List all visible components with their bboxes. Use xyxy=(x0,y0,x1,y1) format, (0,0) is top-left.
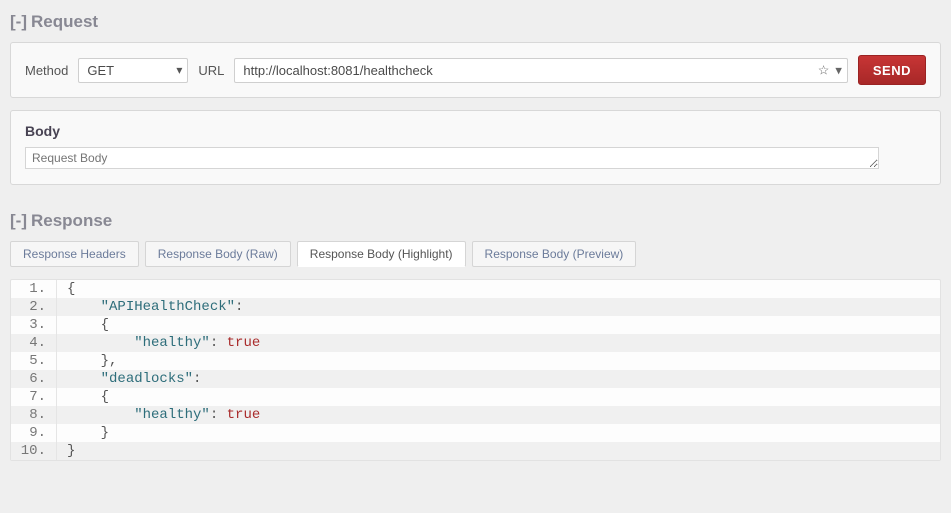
code-content: { xyxy=(57,388,119,406)
response-tabs: Response HeadersResponse Body (Raw)Respo… xyxy=(10,241,941,267)
request-section-title: [-] Request xyxy=(10,12,941,32)
line-number: 9. xyxy=(11,424,57,442)
line-number: 5. xyxy=(11,352,57,370)
method-select[interactable] xyxy=(78,58,188,83)
response-title-text: Response xyxy=(31,211,112,231)
response-body-highlight: 1.{2. "APIHealthCheck":3. {4. "healthy":… xyxy=(10,279,941,461)
line-number: 7. xyxy=(11,388,57,406)
code-content: "healthy": true xyxy=(57,406,270,424)
response-section-title: [-] Response xyxy=(10,211,941,231)
code-line: 7. { xyxy=(11,388,940,406)
code-content: "deadlocks": xyxy=(57,370,211,388)
line-number: 1. xyxy=(11,280,57,298)
star-icon[interactable]: ☆ xyxy=(818,64,830,77)
code-line: 3. { xyxy=(11,316,940,334)
tab-response-1[interactable]: Response Body (Raw) xyxy=(145,241,291,267)
code-line: 6. "deadlocks": xyxy=(11,370,940,388)
code-line: 2. "APIHealthCheck": xyxy=(11,298,940,316)
line-number: 3. xyxy=(11,316,57,334)
code-line: 10.} xyxy=(11,442,940,460)
code-line: 8. "healthy": true xyxy=(11,406,940,424)
response-collapse-toggle[interactable]: [-] xyxy=(10,211,27,231)
tab-response-2[interactable]: Response Body (Highlight) xyxy=(297,241,466,267)
method-select-wrap: ▾ xyxy=(78,58,188,83)
send-button[interactable]: SEND xyxy=(858,55,926,85)
code-content: "healthy": true xyxy=(57,334,270,352)
request-body-panel: Body xyxy=(10,110,941,185)
request-title-text: Request xyxy=(31,12,98,32)
url-actions: ☆ ▾ xyxy=(818,64,842,77)
code-content: } xyxy=(57,442,85,460)
request-collapse-toggle[interactable]: [-] xyxy=(10,12,27,32)
tab-response-0[interactable]: Response Headers xyxy=(10,241,139,267)
code-line: 1.{ xyxy=(11,280,940,298)
chevron-down-icon[interactable]: ▾ xyxy=(835,64,842,77)
code-content: "APIHealthCheck": xyxy=(57,298,253,316)
line-number: 6. xyxy=(11,370,57,388)
url-label: URL xyxy=(198,63,224,78)
line-number: 2. xyxy=(11,298,57,316)
url-input[interactable] xyxy=(234,58,847,83)
code-content: { xyxy=(57,316,119,334)
url-wrap: ☆ ▾ xyxy=(234,58,847,83)
code-content: }, xyxy=(57,352,127,370)
request-controls-panel: Method ▾ URL ☆ ▾ SEND xyxy=(10,42,941,98)
code-content: { xyxy=(57,280,85,298)
code-content: } xyxy=(57,424,119,442)
body-header: Body xyxy=(25,123,926,139)
line-number: 8. xyxy=(11,406,57,424)
line-number: 10. xyxy=(11,442,57,460)
code-line: 9. } xyxy=(11,424,940,442)
line-number: 4. xyxy=(11,334,57,352)
code-line: 4. "healthy": true xyxy=(11,334,940,352)
method-label: Method xyxy=(25,63,68,78)
tab-response-3[interactable]: Response Body (Preview) xyxy=(472,241,637,267)
request-body-textarea[interactable] xyxy=(25,147,879,169)
code-line: 5. }, xyxy=(11,352,940,370)
